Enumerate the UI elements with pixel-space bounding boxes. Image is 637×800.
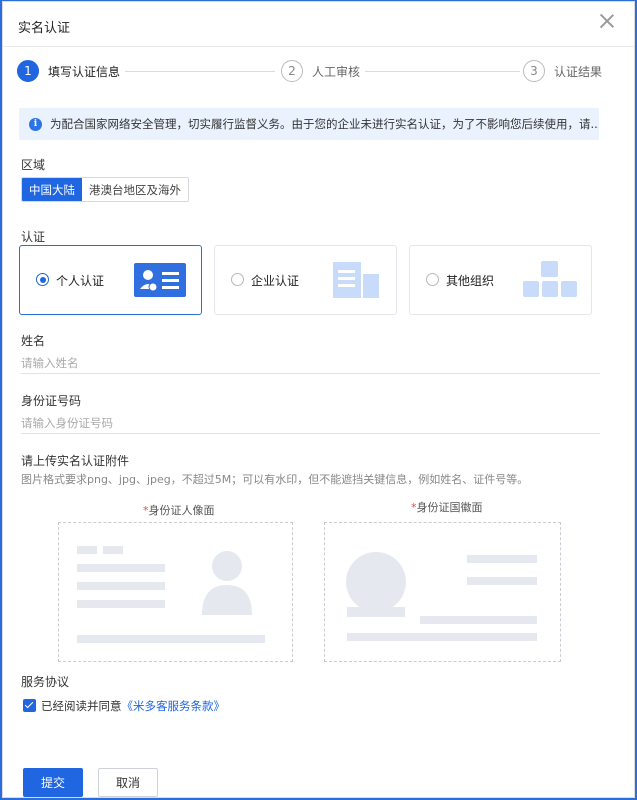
step-2: 2 人工审核 [281, 60, 360, 82]
organization-blocks-icon [523, 261, 577, 297]
step-2-number: 2 [281, 60, 303, 82]
id-number-label: 身份证号码 [21, 394, 82, 408]
id-back-emblem-placeholder-icon [346, 552, 537, 641]
upload-hint: 图片格式要求png、jpg、jpeg，不超过5M；可以有水印，但不能遮挡关键信息… [21, 473, 529, 486]
id-front-placeholder-icon [77, 546, 265, 643]
step-1-number: 1 [17, 60, 39, 82]
enterprise-building-icon [333, 262, 379, 298]
auth-option-other: 其他组织 [446, 274, 495, 288]
upload-front-label: 身份证人像面 [148, 504, 215, 517]
region-option-mainland[interactable]: 中国大陆 [22, 178, 82, 201]
agreement-checkbox[interactable] [23, 699, 36, 712]
title-divider [3, 46, 634, 47]
upload-front-area[interactable] [58, 522, 293, 662]
step-2-label: 人工审核 [312, 64, 361, 79]
close-icon[interactable] [598, 12, 616, 30]
radio-personal[interactable] [36, 273, 49, 286]
stepper: 1 填写认证信息 2 人工审核 3 认证结果 [17, 60, 617, 84]
id-number-input[interactable] [21, 412, 600, 434]
notice-text: 为配合国家网络安全管理，切实履行监督义务。由于您的企业未进行实名认证，为了不影响… [50, 117, 599, 131]
auth-option-personal: 个人认证 [56, 274, 105, 288]
step-3: 3 认证结果 [523, 60, 602, 82]
region-option-overseas[interactable]: 港澳台地区及海外 [82, 178, 188, 201]
auth-card-enterprise[interactable]: 企业认证 [214, 245, 397, 315]
name-input[interactable] [21, 352, 600, 374]
submit-button[interactable]: 提交 [23, 768, 83, 797]
step-connector [125, 71, 275, 72]
terms-link[interactable]: 《米多客服务条款》 [122, 699, 226, 713]
auth-dialog: 实名认证 1 填写认证信息 2 人工审核 3 认证结果 i 为配合国家网络安全管… [2, 1, 635, 798]
step-3-number: 3 [523, 60, 545, 82]
radio-enterprise[interactable] [231, 273, 244, 286]
personal-id-icon [134, 263, 186, 297]
info-icon: i [29, 117, 42, 131]
region-selector: 中国大陆 港澳台地区及海外 [21, 177, 189, 202]
cancel-button[interactable]: 取消 [98, 768, 158, 797]
agreement-text-row: 已经阅读并同意《米多客服务条款》 [41, 698, 225, 714]
auth-option-enterprise: 企业认证 [251, 274, 300, 288]
step-1-label: 填写认证信息 [48, 64, 121, 79]
upload-label: 请上传实名认证附件 [21, 454, 130, 468]
step-3-label: 认证结果 [554, 64, 603, 79]
agreement-label: 服务协议 [21, 675, 70, 689]
upload-back-area[interactable] [324, 522, 561, 662]
name-label: 姓名 [21, 334, 46, 348]
agreement-text: 已经阅读并同意 [41, 699, 122, 713]
radio-other[interactable] [426, 273, 439, 286]
auth-card-other[interactable]: 其他组织 [409, 245, 592, 315]
step-connector [365, 71, 520, 72]
auth-card-personal[interactable]: 个人认证 [19, 245, 202, 315]
step-1: 1 填写认证信息 [17, 60, 120, 82]
upload-front-title: *身份证人像面 [143, 502, 215, 518]
info-notice: i 为配合国家网络安全管理，切实履行监督义务。由于您的企业未进行实名认证，为了不… [19, 108, 599, 140]
upload-back-title: *身份证国徽面 [411, 499, 483, 515]
upload-back-label: 身份证国徽面 [416, 501, 483, 514]
region-label: 区域 [21, 158, 46, 172]
dialog-title: 实名认证 [18, 21, 71, 36]
auth-label: 认证 [21, 230, 46, 244]
